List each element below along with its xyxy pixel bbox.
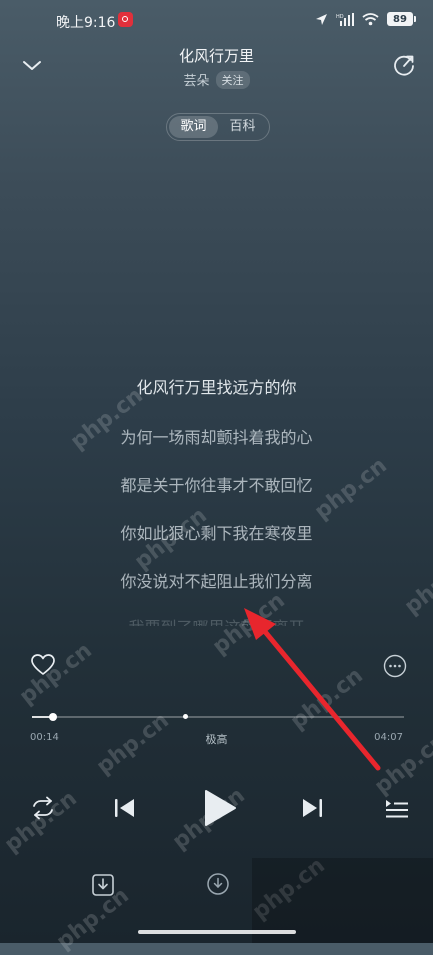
location-icon [316, 13, 327, 25]
download-icon[interactable] [90, 872, 116, 898]
lyric-line[interactable]: 化风行万里找远方的你 [0, 374, 433, 398]
status-indicators: HD 89 [315, 12, 416, 26]
follow-button[interactable]: 关注 [215, 70, 250, 89]
tab-wiki[interactable]: 百科 [218, 116, 267, 138]
playlist-icon[interactable] [382, 795, 410, 821]
previous-icon[interactable] [112, 795, 138, 821]
lyrics-wiki-switch: 歌词 百科 [166, 113, 270, 141]
netease-app-icon [118, 12, 133, 27]
lyric-line[interactable]: 为何一场雨却颤抖着我的心 [0, 424, 433, 448]
lyric-line[interactable]: 你如此狠心剩下我在寒夜里 [0, 520, 433, 544]
progress-thumb[interactable] [49, 713, 58, 721]
home-indicator[interactable] [138, 930, 296, 934]
total-time: 04:07 [374, 732, 403, 743]
lyric-line[interactable]: 你没说对不起阻止我们分离 [0, 568, 433, 592]
heart-icon[interactable] [30, 652, 56, 678]
more-icon[interactable] [383, 654, 407, 678]
next-icon[interactable] [299, 795, 325, 821]
status-time: 晚上9:16 [56, 15, 116, 31]
share-icon[interactable] [391, 52, 417, 78]
svg-text:HD: HD [336, 14, 344, 20]
watermark: php.cn [286, 663, 368, 735]
highlight-marker [182, 714, 188, 719]
progress-slider[interactable] [32, 713, 404, 721]
play-icon[interactable] [199, 788, 239, 828]
quality-label[interactable]: 极高 [0, 731, 433, 747]
artist-row: 芸朵 关注 [0, 70, 433, 89]
hd-signal-icon: HD [336, 12, 354, 26]
wifi-icon [362, 12, 379, 25]
lyric-line[interactable]: 我要到了哪里这就要离开 [0, 614, 433, 626]
battery-icon: 89 [387, 12, 416, 26]
repeat-icon[interactable] [28, 795, 58, 821]
artist-name[interactable]: 芸朵 [183, 70, 209, 89]
download-circle-icon[interactable] [206, 872, 230, 896]
battery-level: 89 [393, 13, 407, 25]
tab-lyrics[interactable]: 歌词 [169, 116, 218, 138]
song-title: 化风行万里 [178, 47, 254, 65]
